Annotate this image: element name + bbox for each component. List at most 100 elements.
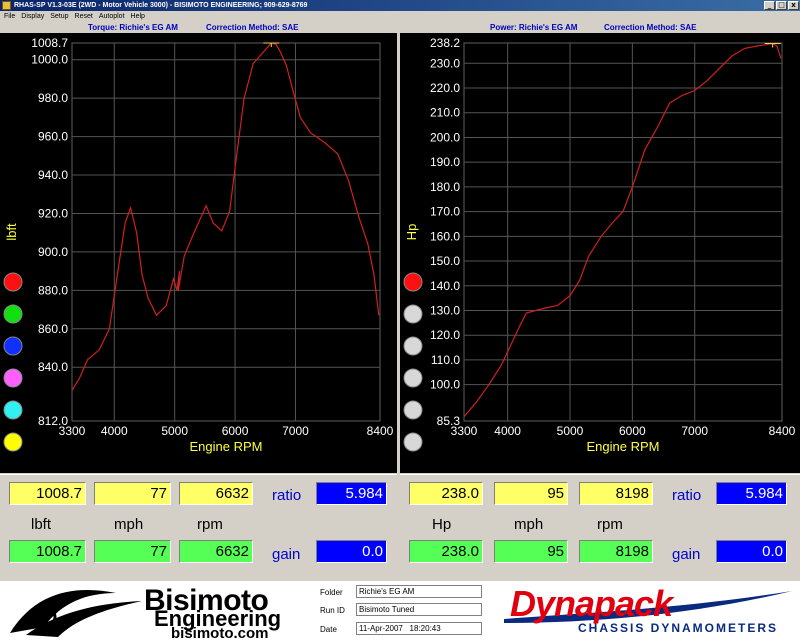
power-y-tick-label: 220.0 [430,81,460,95]
power-run-button-grey-2 [403,336,423,356]
menu-autoplot[interactable]: Autoplot [99,11,125,23]
power-chart-header: Power: Richie's EG AM Correction Method: … [400,23,800,33]
maximize-button[interactable]: □ [776,1,787,10]
torque-gain-value: 0.0 [316,540,387,563]
torque-ratio-label: ratio [272,487,302,504]
window-title: RHAS-SP V1.3-03E (2WD - Motor Vehicle 30… [14,2,308,9]
torque-ratio-value: 5.984 [316,482,387,505]
power-y-tick-label: 100.0 [430,378,460,392]
power-chart-title: Power: Richie's EG AM [490,23,578,32]
power-y-tick-label: 200.0 [430,130,460,144]
date-label: Date [320,625,337,634]
run-id-field: Bisimoto Tuned [356,603,482,616]
power-y-tick-label: 150.0 [430,254,460,268]
torque-run-button-blue [3,336,23,356]
torque-series-line [71,42,380,391]
torque-peak-value: 1008.7 [9,482,86,505]
power-x-tick-label: 5000 [557,424,584,438]
torque-x-tick-label: 7000 [282,424,309,438]
torque-readout-panel: 1008.7 77 6632 ratio 5.984 lbft mph rpm … [0,474,397,580]
power-speed-value: 95 [494,482,568,505]
torque-x-axis-label: Engine RPM [190,439,263,454]
torque-chart: 3300 4000 5000 6000 7000 8400812.0840.0860.08… [3,36,394,454]
torque-chart-title: Torque: Richie's EG AM [88,23,178,32]
torque-rpm-unit-label: rpm [197,516,223,533]
torque-x-tick-label: 6000 [222,424,249,438]
power-gain-value: 0.0 [716,540,787,563]
bisimoto-url: bisimoto.com [171,625,269,640]
close-button[interactable]: x [788,1,799,10]
torque-x-tick-label: 4000 [101,424,128,438]
power-x-tick-label: 6000 [619,424,646,438]
power-chart: 3300 4000 5000 6000 7000 840085.3100.0110.012… [403,36,796,454]
torque-y-axis-label: lbft [4,223,19,241]
minimize-button[interactable]: _ [764,1,775,10]
power-y-tick-label: 130.0 [430,303,460,317]
power-y-tick-label: 120.0 [430,328,460,342]
report-footer: Bisimoto Engineering bisimoto.com Folder… [0,581,800,640]
power-rpm-value: 8198 [579,482,653,505]
torque-gain-peak-value: 1008.7 [9,540,86,563]
torque-x-tick-label: 5000 [161,424,188,438]
power-gain-label: gain [672,546,701,563]
power-y-tick-label: 110.0 [431,353,460,367]
power-run-button-grey-4 [403,400,423,420]
torque-run-button-magenta [3,368,23,388]
torque-speed-unit-label: mph [114,516,144,533]
menu-bar: File Display Setup Reset Autoplot Help [0,11,800,23]
power-gain-speed-value: 95 [494,540,568,563]
power-gain-rpm-value: 8198 [579,540,653,563]
title-bar: RHAS-SP V1.3-03E (2WD - Motor Vehicle 30… [0,0,800,11]
torque-y-tick-label: 940.0 [38,168,68,182]
folder-field: Richie's EG AM [356,585,482,598]
torque-y-tick-label: 920.0 [38,206,68,220]
power-x-tick-label: 4000 [494,424,521,438]
torque-speed-value: 77 [94,482,171,505]
folder-label: Folder [320,588,343,597]
torque-correction-method: Correction Method: SAE [206,23,299,32]
torque-run-button-yellow [3,432,23,452]
power-y-tick-label: 170.0 [430,205,460,219]
torque-rpm-value: 6632 [179,482,253,505]
torque-gain-label: gain [272,546,301,563]
menu-help[interactable]: Help [131,11,145,23]
torque-run-button-cyan [3,400,23,420]
torque-run-button-red [3,272,23,292]
menu-setup[interactable]: Setup [50,11,68,23]
torque-y-tick-label: 960.0 [38,130,68,144]
power-y-axis-label: Hp [404,224,419,241]
power-gain-peak-value: 238.0 [409,540,483,563]
power-y-tick-label: 190.0 [430,155,460,169]
power-readout-panel: 238.0 95 8198 ratio 5.984 Hp mph rpm 238… [400,474,800,580]
power-y-tick-label: 160.0 [430,229,460,243]
power-y-tick-label: 238.2 [430,36,460,50]
torque-chart-header: Torque: Richie's EG AM Correction Method:… [0,23,397,33]
power-run-button-grey-3 [403,368,423,388]
power-peak-value: 238.0 [409,482,483,505]
menu-display[interactable]: Display [21,11,44,23]
date-field: 11-Apr-2007 18:20:43 [356,622,482,635]
power-ratio-value: 5.984 [716,482,787,505]
power-x-tick-label: 8400 [769,424,796,438]
torque-y-tick-label: 980.0 [38,91,68,105]
torque-y-tick-label: 840.0 [38,360,68,374]
power-unit-label: Hp [432,516,452,533]
window-controls: _ □ x [764,1,799,10]
dynapack-brand-sub: CHASSIS DYNAMOMETERS [578,621,779,635]
power-run-button-grey-5 [403,432,423,452]
menu-reset[interactable]: Reset [75,11,93,23]
menu-file[interactable]: File [4,11,15,23]
torque-x-tick-label: 8400 [367,424,394,438]
power-series-line [463,42,782,418]
power-y-tick-label: 85.3 [437,414,461,428]
power-y-tick-label: 210.0 [430,106,460,120]
torque-plot-frame [71,42,381,422]
bisimoto-logo: Bisimoto Engineering bisimoto.com [6,583,316,640]
bisimoto-swoosh-icon [10,589,142,637]
power-run-button-grey-1 [403,304,423,324]
power-ratio-label: ratio [672,487,702,504]
torque-unit-label: lbft [31,516,52,533]
torque-y-tick-label: 900.0 [38,245,68,259]
power-y-tick-label: 230.0 [430,56,460,70]
torque-y-tick-label: 1000.0 [31,53,68,67]
